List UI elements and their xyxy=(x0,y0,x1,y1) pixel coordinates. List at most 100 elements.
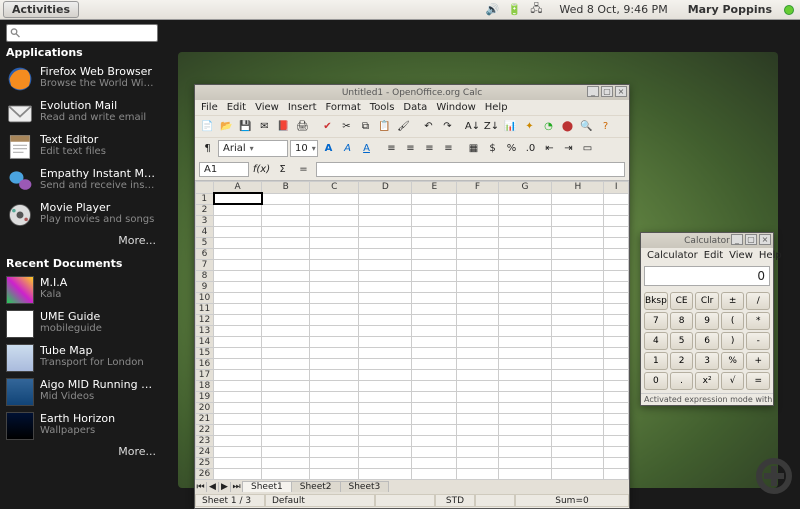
sheet-tab[interactable]: Sheet2 xyxy=(291,481,341,492)
cell[interactable] xyxy=(498,259,552,270)
cell[interactable] xyxy=(359,314,412,325)
cell[interactable] xyxy=(457,325,498,336)
row-header[interactable]: 18 xyxy=(196,380,214,391)
row-header[interactable]: 25 xyxy=(196,457,214,468)
cell[interactable] xyxy=(214,457,262,468)
cell[interactable] xyxy=(214,380,262,391)
cell[interactable] xyxy=(498,303,552,314)
borders-icon[interactable]: ▭ xyxy=(579,140,596,157)
cell[interactable] xyxy=(262,237,310,248)
column-header[interactable]: F xyxy=(457,182,498,194)
cell[interactable] xyxy=(310,468,359,479)
row-header[interactable]: 2 xyxy=(196,204,214,215)
cell[interactable] xyxy=(262,336,310,347)
tab-next-icon[interactable]: ▶ xyxy=(219,482,231,492)
cell[interactable] xyxy=(310,457,359,468)
cell[interactable] xyxy=(310,226,359,237)
menu-item[interactable]: Edit xyxy=(227,102,246,113)
menu-item[interactable]: Data xyxy=(403,102,427,113)
cell[interactable] xyxy=(310,193,359,204)
indent-inc-icon[interactable]: ⇥ xyxy=(560,140,577,157)
cell[interactable] xyxy=(412,391,457,402)
cell[interactable] xyxy=(457,369,498,380)
row-header[interactable]: 4 xyxy=(196,226,214,237)
cell[interactable] xyxy=(498,314,552,325)
workspace[interactable]: Untitled1 - OpenOffice.org Calc _ ▢ × Fi… xyxy=(178,52,778,488)
calc-key[interactable]: - xyxy=(746,332,770,350)
cell[interactable] xyxy=(412,193,457,204)
font-name-combo[interactable]: Arial xyxy=(218,140,288,157)
cell[interactable] xyxy=(214,193,262,204)
cell[interactable] xyxy=(552,391,604,402)
cell[interactable] xyxy=(552,325,604,336)
help-icon[interactable]: ? xyxy=(597,118,614,135)
cell[interactable] xyxy=(498,292,552,303)
cell[interactable] xyxy=(214,336,262,347)
align-justify-icon[interactable]: ≡ xyxy=(440,140,457,157)
cell[interactable] xyxy=(604,446,629,457)
cell[interactable] xyxy=(604,369,629,380)
cell[interactable] xyxy=(457,347,498,358)
maximize-button[interactable]: ▢ xyxy=(745,234,757,245)
calc-key[interactable]: 6 xyxy=(695,332,719,350)
cell[interactable] xyxy=(498,424,552,435)
cell[interactable] xyxy=(412,468,457,479)
sort-asc-icon[interactable]: A↓ xyxy=(464,118,481,135)
cell[interactable] xyxy=(604,468,629,479)
cell[interactable] xyxy=(310,424,359,435)
calc-key[interactable]: . xyxy=(670,372,694,390)
cell[interactable] xyxy=(262,358,310,369)
cell[interactable] xyxy=(457,237,498,248)
cell[interactable] xyxy=(262,413,310,424)
cell[interactable] xyxy=(552,457,604,468)
cell[interactable] xyxy=(214,413,262,424)
function-eq-icon[interactable]: = xyxy=(295,161,312,178)
cell[interactable] xyxy=(552,314,604,325)
cell[interactable] xyxy=(498,413,552,424)
row-header[interactable]: 13 xyxy=(196,325,214,336)
cell[interactable] xyxy=(359,402,412,413)
menu-item[interactable]: Insert xyxy=(288,102,317,113)
row-header[interactable]: 1 xyxy=(196,193,214,204)
cell[interactable] xyxy=(412,380,457,391)
cell[interactable] xyxy=(552,237,604,248)
cell[interactable] xyxy=(604,325,629,336)
cell[interactable] xyxy=(498,204,552,215)
row-header[interactable]: 24 xyxy=(196,446,214,457)
cell[interactable] xyxy=(310,248,359,259)
cell[interactable] xyxy=(214,314,262,325)
cell[interactable] xyxy=(214,248,262,259)
calc-key[interactable]: ( xyxy=(721,312,745,330)
row-header[interactable]: 15 xyxy=(196,347,214,358)
cell[interactable] xyxy=(310,325,359,336)
cell[interactable] xyxy=(552,281,604,292)
cell[interactable] xyxy=(457,435,498,446)
cell[interactable] xyxy=(412,281,457,292)
clock[interactable]: Wed 8 Oct, 9:46 PM xyxy=(559,3,667,16)
cell[interactable] xyxy=(310,303,359,314)
gallery-icon[interactable]: ◔ xyxy=(540,118,557,135)
cut-icon[interactable]: ✂ xyxy=(338,118,355,135)
cell[interactable] xyxy=(310,391,359,402)
row-header[interactable]: 26 xyxy=(196,468,214,479)
cell[interactable] xyxy=(262,303,310,314)
minimize-button[interactable]: _ xyxy=(587,86,599,97)
cell[interactable] xyxy=(359,281,412,292)
search-field[interactable] xyxy=(6,24,158,42)
cell[interactable] xyxy=(262,325,310,336)
cell[interactable] xyxy=(457,424,498,435)
cell[interactable] xyxy=(457,314,498,325)
cell[interactable] xyxy=(359,292,412,303)
menu-item[interactable]: Help xyxy=(759,250,782,261)
cell[interactable] xyxy=(214,237,262,248)
cell[interactable] xyxy=(552,369,604,380)
cell[interactable] xyxy=(310,358,359,369)
cell[interactable] xyxy=(214,391,262,402)
cell[interactable] xyxy=(457,248,498,259)
column-header[interactable]: D xyxy=(359,182,412,194)
cell[interactable] xyxy=(262,248,310,259)
cell[interactable] xyxy=(359,270,412,281)
column-header[interactable]: I xyxy=(604,182,629,194)
cell[interactable] xyxy=(604,292,629,303)
underline-icon[interactable]: A xyxy=(358,140,375,157)
